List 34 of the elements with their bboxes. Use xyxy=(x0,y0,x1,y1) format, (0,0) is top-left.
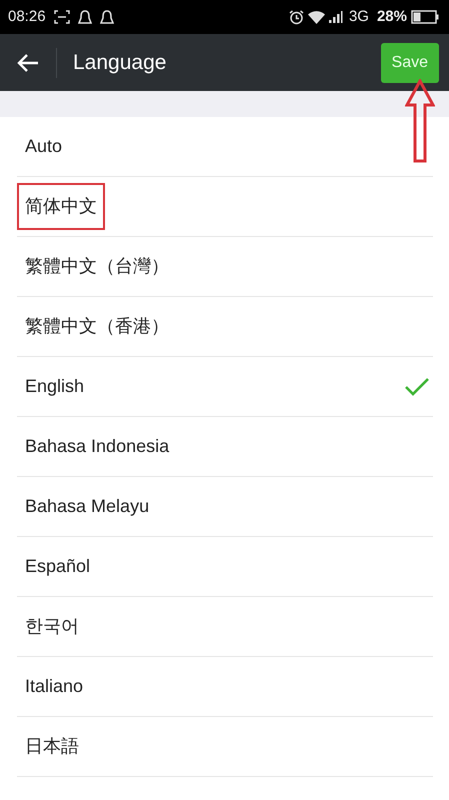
language-label: Bahasa Indonesia xyxy=(24,435,170,458)
language-item[interactable]: Español xyxy=(17,537,433,597)
page-title: Language xyxy=(73,50,166,76)
language-label: 繁體中文（台灣） xyxy=(24,255,170,278)
language-item[interactable]: Bahasa Melayu xyxy=(17,477,433,537)
back-button[interactable] xyxy=(16,52,40,72)
language-item[interactable]: 简体中文 xyxy=(17,177,433,237)
language-label: Italiano xyxy=(24,675,84,698)
notification-icon xyxy=(100,10,114,24)
language-item[interactable]: Italiano xyxy=(17,657,433,717)
language-label: Bahasa Melayu xyxy=(24,495,150,518)
language-item[interactable]: 繁體中文（香港） xyxy=(17,297,433,357)
language-item[interactable]: English xyxy=(17,357,433,417)
language-item[interactable]: 繁體中文（台灣） xyxy=(17,237,433,297)
language-label: 繁體中文（香港） xyxy=(24,315,170,338)
language-label: 한국어 xyxy=(24,615,80,638)
signal-icon xyxy=(328,11,345,23)
alarm-icon xyxy=(288,10,304,24)
status-time: 08:26 xyxy=(8,6,46,27)
language-label: Auto xyxy=(24,135,64,158)
screenshot-icon xyxy=(54,10,70,24)
battery-icon xyxy=(411,10,439,24)
language-label: English xyxy=(24,375,86,398)
notification-icon xyxy=(78,10,92,24)
network-type: 3G xyxy=(348,6,369,27)
language-item[interactable]: 한국어 xyxy=(17,597,433,657)
language-item[interactable]: 日本語 xyxy=(17,717,433,777)
language-item[interactable]: Auto xyxy=(17,117,433,177)
language-label: Español xyxy=(24,555,92,578)
language-item[interactable]: Bahasa Indonesia xyxy=(17,417,433,477)
language-label: 日本語 xyxy=(24,735,80,758)
wifi-icon xyxy=(308,10,325,24)
battery-percent: 28% xyxy=(376,6,407,27)
language-label: 简体中文 xyxy=(17,183,105,230)
